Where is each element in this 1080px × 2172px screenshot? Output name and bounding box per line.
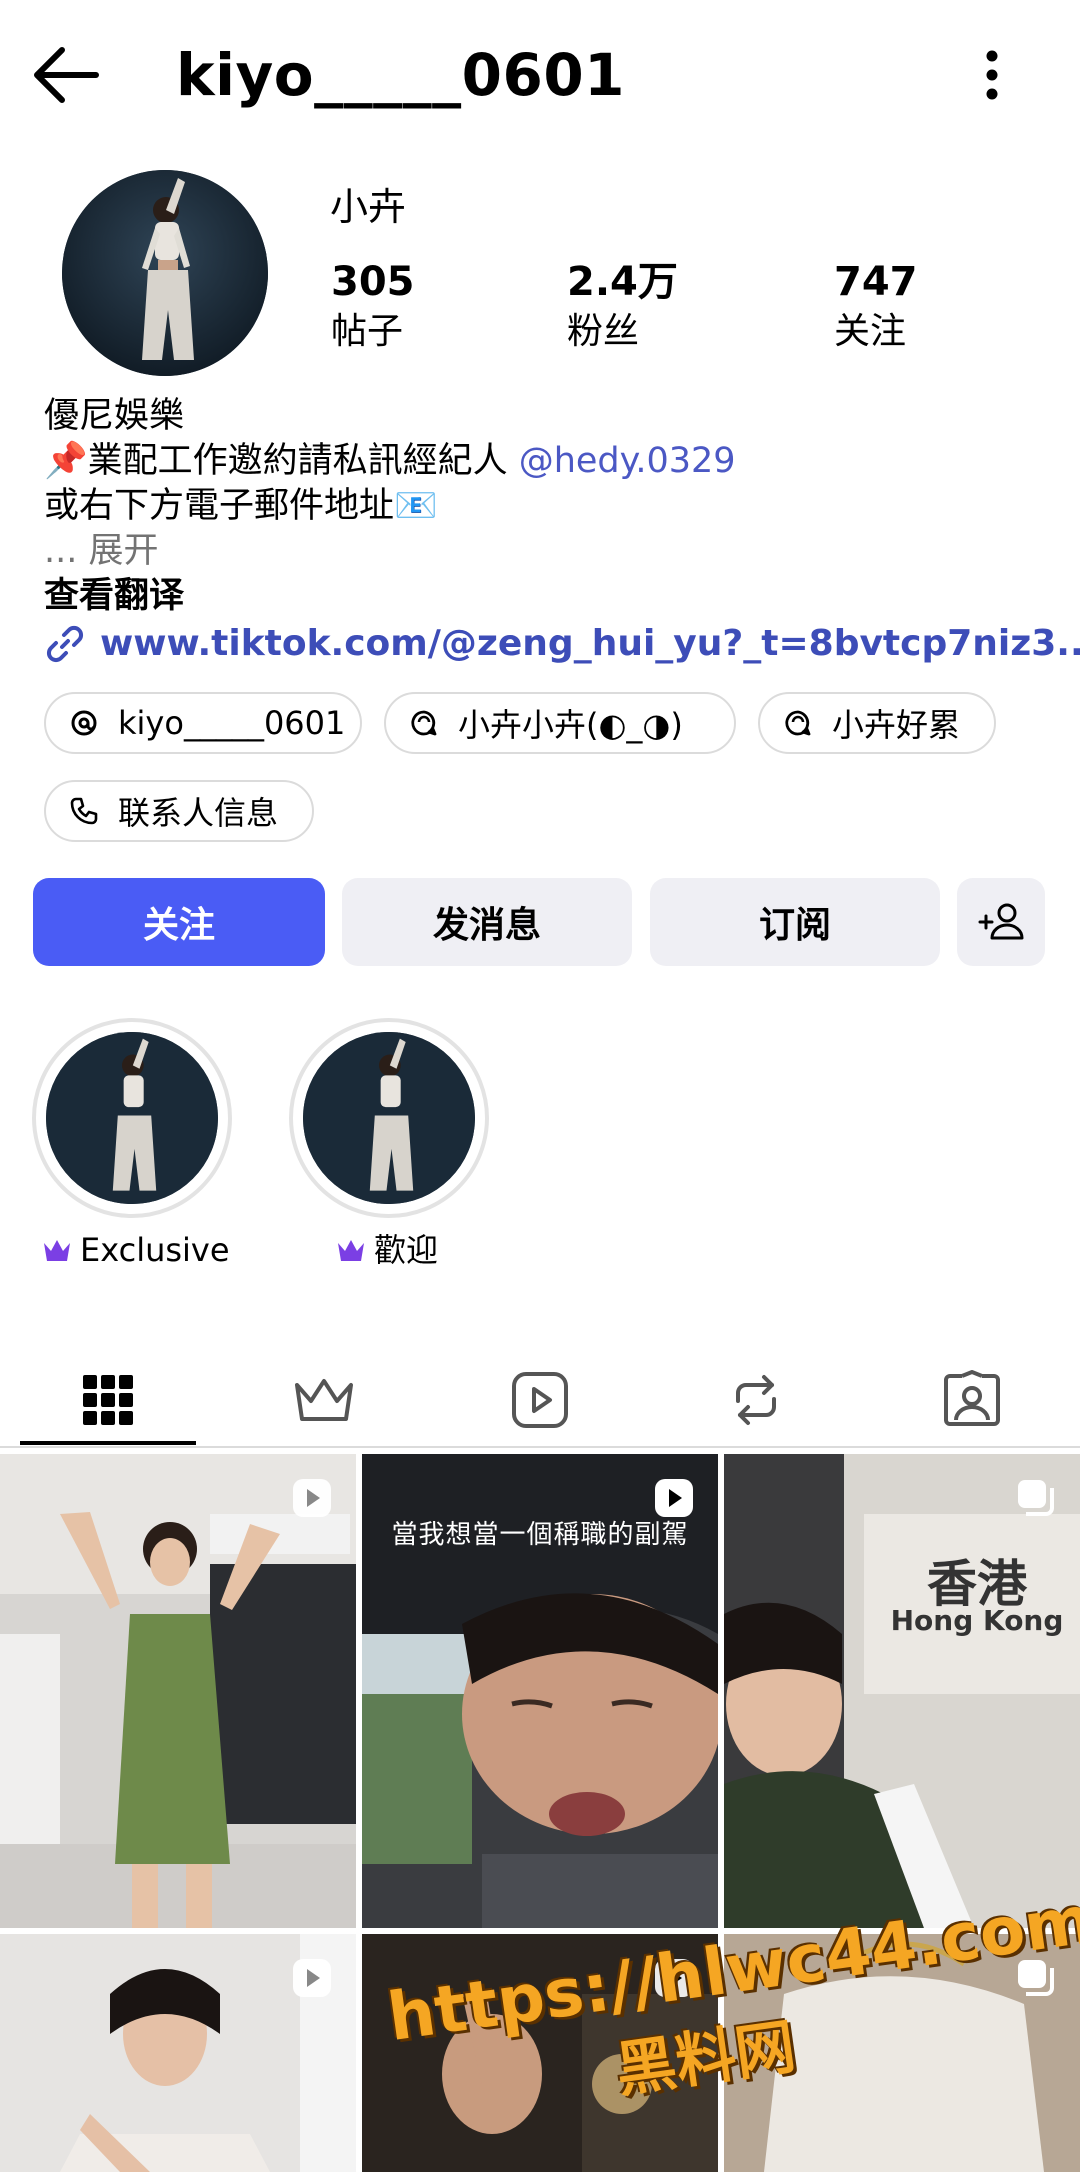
profile-username-title: kiyo_____0601 [176,41,626,109]
following-stat[interactable]: 747 关注 [834,256,918,356]
chat-bubble-icon [408,707,440,739]
crown-icon [293,1375,355,1425]
tab-exclusive[interactable] [216,1345,432,1455]
follow-button[interactable]: 关注 [33,878,325,966]
reel-badge-icon [290,1476,334,1520]
bio-line-1: 優尼娛樂 [44,396,185,436]
crown-icon [336,1237,366,1263]
tab-divider [0,1446,1080,1448]
tab-reposts[interactable] [648,1345,864,1455]
reel-badge-icon [652,1476,696,1520]
highlight-exclusive-text: Exclusive [80,1231,230,1269]
highlight-welcome-text: 歡迎 [374,1231,439,1269]
post-thumbnail[interactable]: 香港 Hong Kong [724,1454,1080,1928]
active-tab-indicator [20,1441,196,1445]
back-arrow-icon[interactable] [28,40,104,110]
message-button[interactable]: 发消息 [342,878,632,966]
channel-chip-1-label: 小卉小卉(◐_◑) [458,706,683,744]
highlight-welcome-label: 歡迎 [336,1226,438,1274]
channel-chip-2-label: 小卉好累 [832,706,961,744]
bio-line-2-text: 📌業配工作邀約請私訊經紀人 [44,441,519,481]
subscribe-button[interactable]: 订阅 [650,878,940,966]
post-thumbnail[interactable] [0,1454,356,1928]
more-options-icon[interactable] [962,40,1022,110]
followers-label: 粉丝 [567,311,640,352]
crown-icon [42,1237,72,1263]
link-icon [44,623,86,665]
see-translation-link[interactable]: 查看翻译 [44,574,184,619]
tab-tagged[interactable] [864,1345,1080,1455]
bio-line-2: 📌業配工作邀約請私訊經紀人 @hedy.0329 [44,439,736,484]
tab-reels[interactable] [432,1345,648,1455]
repost-icon [728,1371,784,1429]
highlight-exclusive-cover[interactable] [46,1032,218,1204]
tab-posts-grid[interactable] [0,1345,216,1455]
carousel-badge-icon [1014,1476,1058,1520]
add-person-icon [976,900,1026,944]
chat-bubble-icon [782,707,814,739]
external-link-text: www.tiktok.com/@zeng_hui_yu?_t=8bvtcp7ni… [100,623,1080,664]
bio-expand-label: 展开 [88,531,159,571]
channel-chip-1[interactable]: 小卉小卉(◐_◑) [384,692,736,754]
tagged-icon [942,1370,1002,1430]
bio-ellipsis: ... [44,531,89,571]
followers-count: 2.4万 [567,259,678,305]
contact-info-label: 联系人信息 [118,794,279,832]
threads-chip-label: kiyo_____0601 [118,704,346,742]
posts-stat[interactable]: 305 帖子 [331,256,415,356]
reel-badge-icon [290,1956,334,2000]
channel-chip-2[interactable]: 小卉好累 [758,692,996,754]
threads-icon [68,707,100,739]
display-name: 小卉 [330,185,407,229]
suggested-users-button[interactable] [957,878,1045,966]
bio-line-3: 或右下方電子郵件地址📧 [44,486,438,526]
reels-icon [511,1371,569,1429]
hong-kong-sign-en: Hong Kong [890,1604,1064,1637]
external-link[interactable]: www.tiktok.com/@zeng_hui_yu?_t=8bvtcp7ni… [44,620,1080,668]
highlight-exclusive-label: Exclusive [42,1226,230,1274]
bio-expand[interactable]: ... 展开 [44,529,159,574]
contact-info-chip[interactable]: 联系人信息 [44,780,314,842]
followers-stat[interactable]: 2.4万 粉丝 [567,256,678,356]
profile-avatar[interactable] [62,170,268,376]
posts-label: 帖子 [331,311,404,352]
manager-mention-link[interactable]: @hedy.0329 [519,441,736,481]
threads-chip[interactable]: kiyo_____0601 [44,692,362,754]
post-thumbnail[interactable] [0,1934,356,2172]
following-count: 747 [834,259,918,305]
grid-icon [81,1373,135,1427]
highlight-welcome-cover[interactable] [303,1032,475,1204]
post-thumbnail[interactable]: 當我想當一個稱職的副駕 [362,1454,718,1928]
phone-icon [68,795,100,827]
posts-count: 305 [331,259,415,305]
following-label: 关注 [834,311,907,352]
